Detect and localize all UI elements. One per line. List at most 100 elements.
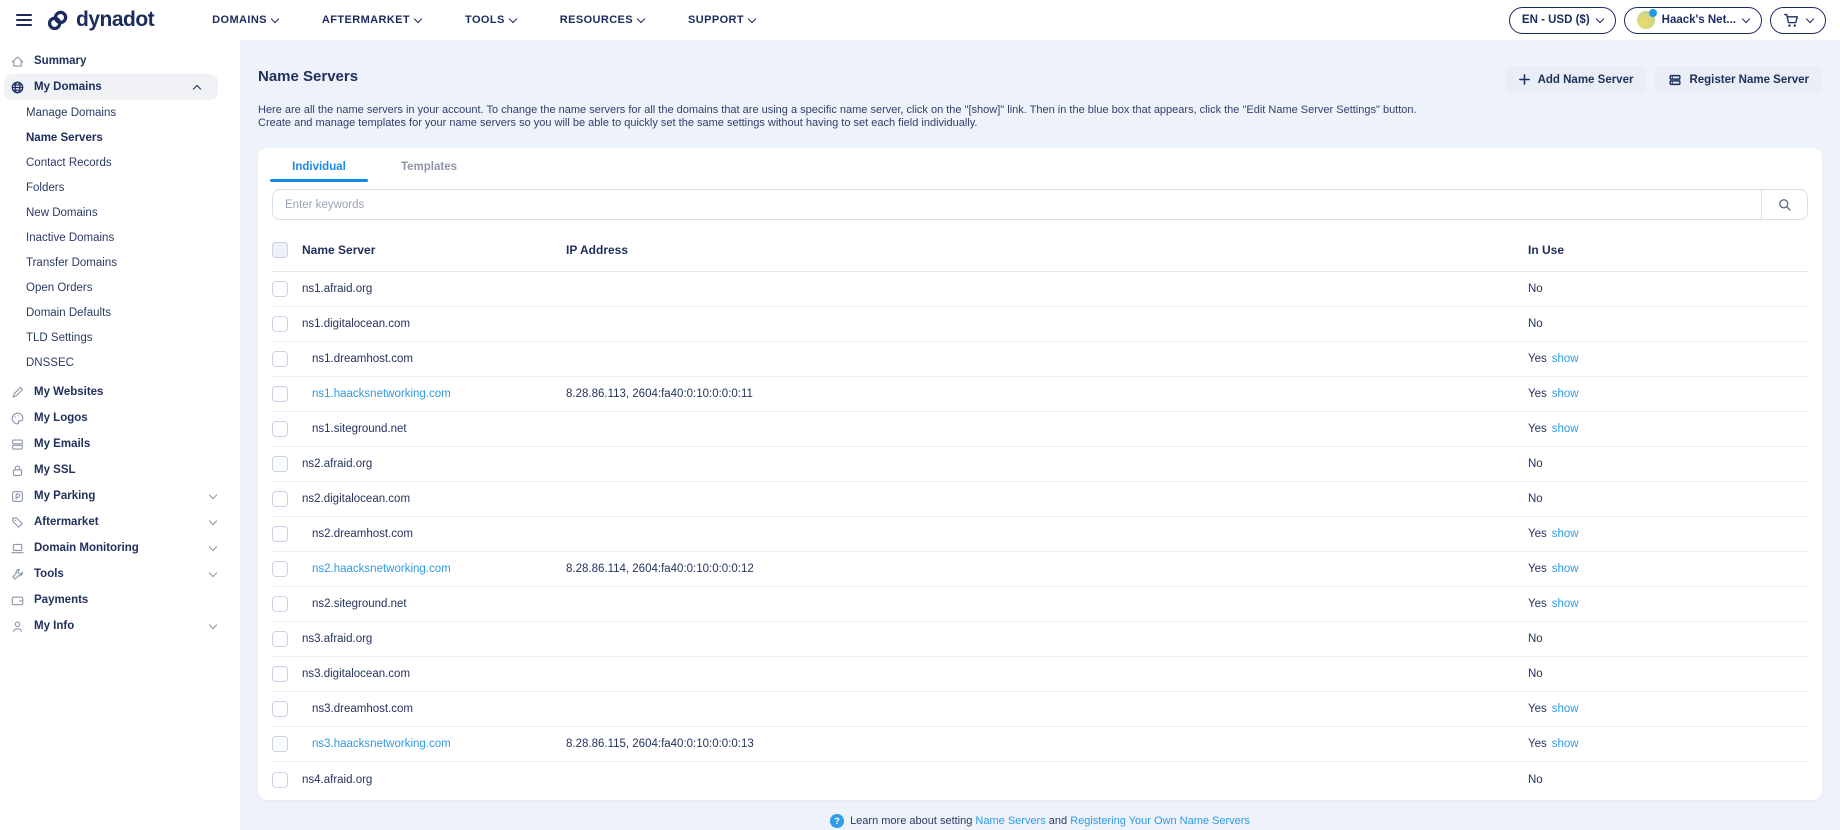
nav-tools[interactable]: TOOLS [465,14,516,26]
sidebar-item-manage-domains[interactable]: Manage Domains [0,100,240,125]
table-row: ns2.dreamhost.com Yesshow [272,517,1808,552]
row-checkbox[interactable] [272,491,288,507]
sidebar-item-open-orders[interactable]: Open Orders [0,275,240,300]
select-all-checkbox[interactable] [272,242,288,258]
name-server-cell: ns3.afraid.org [302,633,566,645]
table-row: ns2.afraid.org No [272,447,1808,482]
main-navigation: DOMAINS AFTERMARKET TOOLS RESOURCES SUPP… [212,14,755,26]
sidebar-item-my-parking[interactable]: My Parking [0,483,240,509]
add-name-server-button[interactable]: Add Name Server [1505,66,1647,93]
nav-domains[interactable]: DOMAINS [212,14,278,26]
chevron-down-icon [209,620,217,628]
sidebar-item-my-domains[interactable]: My Domains [4,74,218,100]
row-checkbox[interactable] [272,561,288,577]
row-checkbox[interactable] [272,386,288,402]
footer-text: Learn more about setting Name Servers an… [850,815,1250,827]
table-row: ns1.afraid.org No [272,272,1808,307]
chevron-down-icon [637,14,645,22]
sidebar-item-transfer-domains[interactable]: Transfer Domains [0,250,240,275]
row-checkbox[interactable] [272,316,288,332]
chevron-down-icon [1742,14,1750,22]
cart-menu[interactable] [1770,7,1826,34]
table-row: ns2.siteground.net Yesshow [272,587,1808,622]
person-icon [10,619,25,634]
show-link[interactable]: show [1552,563,1579,575]
chevron-down-icon [209,516,217,524]
nav-support[interactable]: SUPPORT [688,14,755,26]
show-link[interactable]: show [1552,528,1579,540]
row-checkbox[interactable] [272,736,288,752]
locale-currency-selector[interactable]: EN - USD ($) [1509,7,1616,34]
row-checkbox[interactable] [272,631,288,647]
sidebar-item-my-emails[interactable]: My Emails [0,431,240,457]
show-link[interactable]: show [1552,423,1579,435]
in-use-value: No [1528,318,1543,330]
register-name-servers-help-link[interactable]: Registering Your Own Name Servers [1070,815,1250,827]
register-name-server-button[interactable]: Register Name Server [1655,66,1822,93]
show-link[interactable]: show [1552,353,1579,365]
chevron-down-icon [1806,14,1814,22]
chevron-down-icon [1595,14,1603,22]
account-menu[interactable]: Haack's Net... [1624,7,1762,34]
row-checkbox[interactable] [272,596,288,612]
sidebar-item-domain-monitoring[interactable]: Domain Monitoring [0,535,240,561]
logo-text: dynadot [76,8,154,32]
monitor-icon [10,541,25,556]
name-server-cell: ns3.dreamhost.com [302,703,566,715]
name-servers-help-link[interactable]: Name Servers [975,815,1045,827]
search-input[interactable] [273,190,1761,219]
sidebar-item-summary[interactable]: Summary [0,48,240,74]
sidebar-item-new-domains[interactable]: New Domains [0,200,240,225]
show-link[interactable]: show [1552,598,1579,610]
row-checkbox[interactable] [272,701,288,717]
hamburger-menu-icon[interactable] [16,14,32,26]
tab-individual[interactable]: Individual [270,152,368,182]
chevron-down-icon [209,568,217,576]
row-checkbox[interactable] [272,421,288,437]
row-checkbox[interactable] [272,666,288,682]
description-line-2: Create and manage templates for your nam… [258,117,1417,130]
sidebar-item-my-info[interactable]: My Info [0,613,240,639]
nav-resources[interactable]: RESOURCES [560,14,644,26]
name-servers-card: Individual Templates Name Server IP Addr… [258,148,1822,800]
table-row: ns1.digitalocean.com No [272,307,1808,342]
row-checkbox[interactable] [272,281,288,297]
row-checkbox[interactable] [272,772,288,788]
dynadot-logo[interactable]: dynadot [46,8,154,32]
row-checkbox[interactable] [272,351,288,367]
sidebar-item-my-logos[interactable]: My Logos [0,405,240,431]
nav-aftermarket[interactable]: AFTERMARKET [322,14,421,26]
in-use-value: Yes [1528,703,1547,715]
in-use-value: No [1528,493,1543,505]
wallet-icon [10,593,25,608]
row-checkbox[interactable] [272,456,288,472]
sidebar-item-my-websites[interactable]: My Websites [0,379,240,405]
sidebar-item-tld-settings[interactable]: TLD Settings [0,325,240,350]
name-server-link[interactable]: ns1.haacksnetworking.com [302,388,566,400]
sidebar-item-my-ssl[interactable]: My SSL [0,457,240,483]
name-server-link[interactable]: ns3.haacksnetworking.com [302,738,566,750]
sidebar-item-payments[interactable]: Payments [0,587,240,613]
home-icon [10,54,25,69]
name-server-link[interactable]: ns2.haacksnetworking.com [302,563,566,575]
in-use-value: Yes [1528,423,1547,435]
sidebar-item-dnssec[interactable]: DNSSEC [0,350,240,375]
sidebar-item-tools[interactable]: Tools [0,561,240,587]
sidebar-item-name-servers[interactable]: Name Servers [0,125,240,150]
sidebar-item-aftermarket[interactable]: Aftermarket [0,509,240,535]
show-link[interactable]: show [1552,388,1579,400]
footer-help: ? Learn more about setting Name Servers … [240,814,1840,828]
tag-icon [10,515,25,530]
email-icon [10,437,25,452]
tab-templates[interactable]: Templates [380,152,478,182]
show-link[interactable]: show [1552,738,1579,750]
show-link[interactable]: show [1552,703,1579,715]
search-button[interactable] [1761,190,1807,219]
sidebar-item-folders[interactable]: Folders [0,175,240,200]
chevron-down-icon [509,14,517,22]
sidebar-item-contact-records[interactable]: Contact Records [0,150,240,175]
row-checkbox[interactable] [272,526,288,542]
sidebar-item-domain-defaults[interactable]: Domain Defaults [0,300,240,325]
sidebar-item-inactive-domains[interactable]: Inactive Domains [0,225,240,250]
in-use-value: No [1528,633,1543,645]
